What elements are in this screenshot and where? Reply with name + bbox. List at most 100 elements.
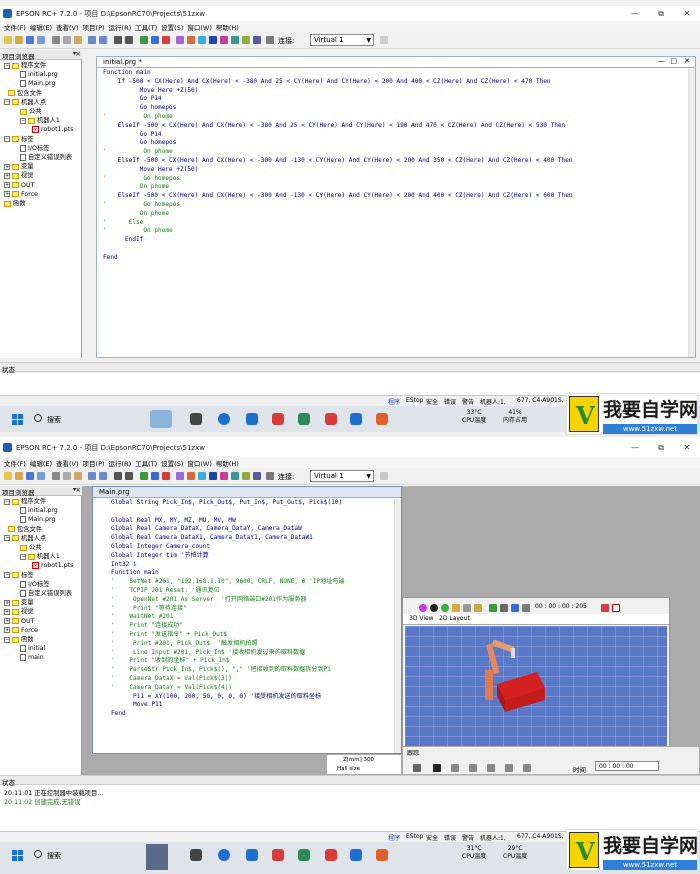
expand-toggle-icon[interactable]: − xyxy=(4,535,10,542)
box-icon[interactable] xyxy=(452,604,460,612)
search-icon[interactable] xyxy=(34,414,42,422)
menu-tools[interactable]: 工具(T) xyxy=(135,22,157,32)
tree-item[interactable]: − 机器人1 xyxy=(20,552,60,561)
tree-item[interactable]: Main.prg xyxy=(20,79,56,88)
expand-toggle-icon[interactable]: − xyxy=(20,553,26,560)
tree-item[interactable]: 自定义错误列表 xyxy=(20,153,72,162)
new-file-icon[interactable] xyxy=(4,36,12,44)
copy-icon[interactable] xyxy=(63,36,71,44)
mail-icon-2[interactable] xyxy=(246,849,258,861)
end-icon[interactable] xyxy=(523,764,531,772)
rewind-icon[interactable] xyxy=(469,764,477,772)
tree-item[interactable]: − 机器人点 xyxy=(4,534,46,543)
menu-project-2[interactable]: 项目(P) xyxy=(83,458,105,468)
find-icon-2[interactable] xyxy=(114,472,122,480)
menu-help[interactable]: 帮助(H) xyxy=(216,22,239,32)
wps-icon[interactable] xyxy=(325,413,337,425)
tree-item[interactable]: Main.prg xyxy=(20,515,56,524)
build-icon[interactable] xyxy=(140,36,148,44)
menu-setup[interactable]: 设置(S) xyxy=(161,22,183,32)
editor-tab-main[interactable]: Main.prg xyxy=(99,488,130,496)
tree-item[interactable]: + 视觉 xyxy=(4,171,34,180)
editor-tab-initial[interactable]: initial.prg * xyxy=(103,58,142,66)
redo-icon[interactable] xyxy=(99,36,107,44)
mail-icon[interactable] xyxy=(246,413,258,425)
tree-item[interactable]: 公共 xyxy=(20,107,42,116)
menu-file[interactable]: 文件(F) xyxy=(4,22,26,32)
menu-run[interactable]: 运行(R) xyxy=(109,22,132,32)
menu-edit-2[interactable]: 编辑(E) xyxy=(30,458,52,468)
expand-toggle-icon[interactable]: + xyxy=(4,163,10,170)
tree-item[interactable]: initial xyxy=(20,644,45,653)
menu-setup-2[interactable]: 设置(S) xyxy=(161,458,183,468)
forward-icon[interactable] xyxy=(505,764,513,772)
tree-item[interactable]: − 程序文件 xyxy=(4,497,46,506)
tree-item[interactable]: + 视觉 xyxy=(4,607,34,616)
tree-item[interactable]: − 程序文件 xyxy=(4,61,46,70)
find-icon[interactable] xyxy=(114,36,122,44)
menu-project[interactable]: 项目(P) xyxy=(83,22,105,32)
expand-toggle-icon[interactable]: + xyxy=(4,599,10,606)
cylinder-icon[interactable] xyxy=(474,604,482,612)
step-icon[interactable] xyxy=(500,604,508,612)
command-window-icon[interactable] xyxy=(187,36,195,44)
menu-help-2[interactable]: 帮助(H) xyxy=(216,458,239,468)
code-editor[interactable]: initial.prg * — □ ✕ Function main If -50… xyxy=(96,56,696,358)
pinned-app-icon[interactable] xyxy=(150,410,172,428)
tree-item[interactable]: + OUT xyxy=(4,617,34,626)
run-window-icon[interactable] xyxy=(151,36,159,44)
connect-icon[interactable] xyxy=(266,36,274,44)
tree-item[interactable]: 公共 xyxy=(20,543,42,552)
clear-icon[interactable] xyxy=(612,604,620,612)
tree-item[interactable]: I/O标签 xyxy=(20,580,50,589)
code-editor-2[interactable]: Main.prg Global String Pick_In$, Pick_Ou… xyxy=(92,486,402,754)
options-icon-2[interactable] xyxy=(380,472,388,480)
tree-item[interactable]: 自定义错误列表 xyxy=(20,589,72,598)
epson-icon-2[interactable] xyxy=(350,849,362,861)
stop-sim-icon[interactable] xyxy=(601,604,609,612)
expand-toggle-icon[interactable]: + xyxy=(4,182,10,189)
restore-button[interactable]: ⧉ xyxy=(648,6,674,21)
back-icon[interactable] xyxy=(487,764,495,772)
browser-icon[interactable] xyxy=(218,413,230,425)
record-icon[interactable] xyxy=(511,604,519,612)
windows-start-icon[interactable] xyxy=(12,414,23,425)
taskbar-search[interactable]: 搜索 xyxy=(47,415,61,425)
io-monitor-icon-2[interactable] xyxy=(176,472,184,480)
app-icon-red[interactable] xyxy=(272,413,284,425)
sphere-icon[interactable] xyxy=(419,604,427,612)
tree-item[interactable]: − 机器人点 xyxy=(4,98,46,107)
undo-icon-2[interactable] xyxy=(88,472,96,480)
play-icon[interactable] xyxy=(413,764,421,772)
replace-icon-2[interactable] xyxy=(125,472,133,480)
command-window-icon-2[interactable] xyxy=(187,472,195,480)
editor-scrollbar[interactable] xyxy=(688,69,695,357)
menu-edit[interactable]: 编辑(E) xyxy=(30,22,52,32)
editor-minimize-icon[interactable]: — xyxy=(658,57,665,65)
expand-toggle-icon[interactable]: + xyxy=(4,618,10,625)
taskbar-search-2[interactable]: 搜索 xyxy=(47,851,61,861)
record-dot-icon[interactable] xyxy=(433,764,441,772)
close-button-2[interactable]: ✕ xyxy=(674,440,700,455)
user-avatar-icon[interactable] xyxy=(146,844,168,870)
paste-icon[interactable] xyxy=(74,36,82,44)
app-icon-orange-2[interactable] xyxy=(376,849,388,861)
new-file-icon-2[interactable] xyxy=(4,472,12,480)
camera-view-icon[interactable] xyxy=(522,604,530,612)
epson-icon[interactable] xyxy=(350,413,362,425)
save-all-icon[interactable] xyxy=(37,36,45,44)
tree-item[interactable]: + Force xyxy=(4,190,38,199)
expand-toggle-icon[interactable]: + xyxy=(4,191,10,198)
menu-window[interactable]: 窗口(W) xyxy=(187,22,212,32)
save-icon[interactable] xyxy=(26,36,34,44)
tree-item[interactable]: 函数 xyxy=(4,199,26,208)
undo-icon[interactable] xyxy=(88,36,96,44)
conveyor-icon[interactable] xyxy=(242,36,250,44)
menu-window-2[interactable]: 窗口(W) xyxy=(187,458,212,468)
tree-item[interactable]: I/O标签 xyxy=(20,144,50,153)
green-ball-icon[interactable] xyxy=(441,604,449,612)
cut-icon-2[interactable] xyxy=(52,472,60,480)
menu-run-2[interactable]: 运行(R) xyxy=(109,458,132,468)
code-area-2[interactable]: Global String Pick_In$, Pick_Out$, Put_I… xyxy=(93,499,401,719)
simulator-icon[interactable] xyxy=(198,36,206,44)
